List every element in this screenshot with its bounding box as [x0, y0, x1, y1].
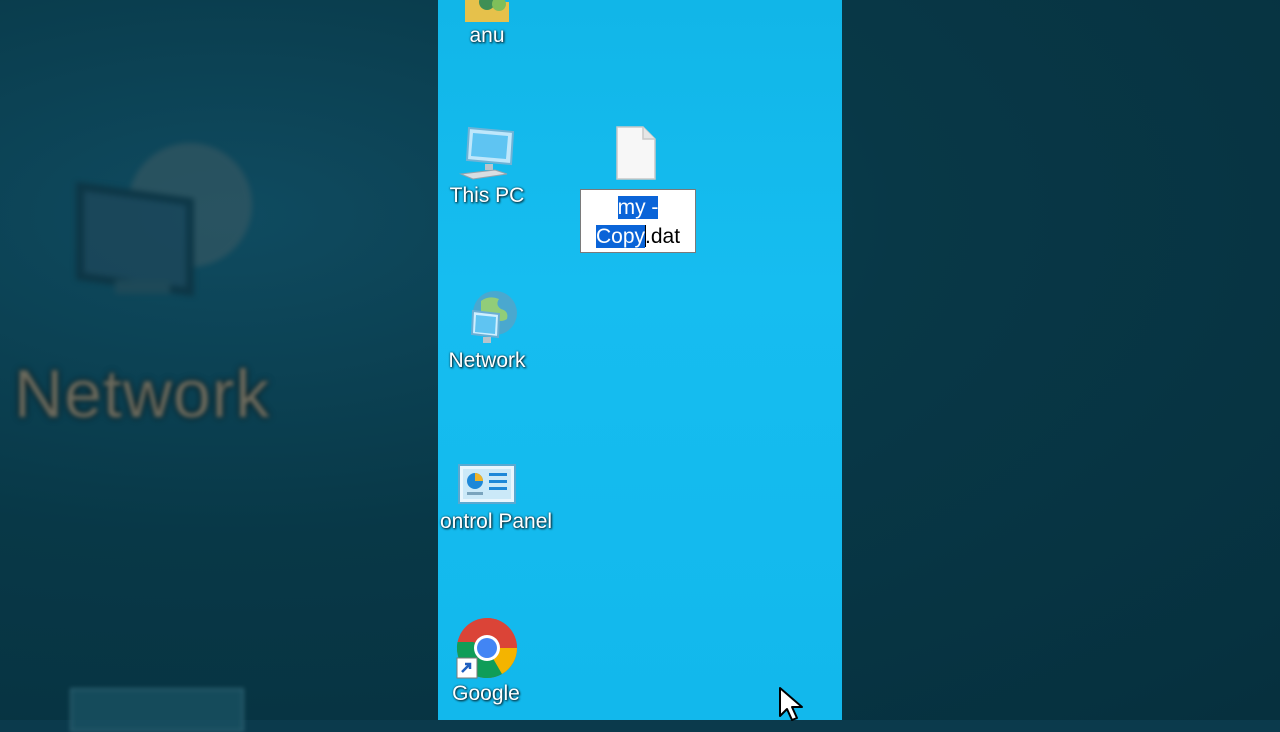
blank-file-icon[interactable] [615, 125, 657, 181]
desktop-icon-label: Google [452, 682, 520, 705]
chrome-shortcut-icon [456, 618, 517, 679]
blurred-network-icon [76, 143, 252, 297]
desktop-icon-google[interactable]: Google [438, 616, 546, 706]
desktop-icon-label: anu [469, 24, 505, 47]
desktop-icon-anu[interactable]: anu [438, 0, 547, 48]
desktop-icon-label: ontrol Panel [440, 510, 553, 533]
blurred-network-label: Network [14, 356, 271, 432]
rename-extension-text: .dat [645, 225, 681, 248]
network-icon [470, 291, 517, 343]
control-panel-icon [458, 464, 516, 504]
rename-selected-text-line2: Copy [595, 225, 645, 248]
mouse-cursor-icon [779, 687, 803, 721]
desktop-icon-this-pc[interactable]: This PC [438, 124, 547, 208]
user-folder-icon [465, 0, 509, 22]
desktop-icon-network[interactable]: Network [438, 289, 547, 373]
desktop-icon-label: Network [448, 349, 526, 372]
rename-selected-text-line1: my - [617, 196, 659, 219]
desktop-icon-control-panel[interactable]: ontrol Panel [438, 461, 553, 533]
blurred-bottom-box [70, 688, 244, 732]
desktop[interactable]: anu This PC Network ontrol Panel Google … [438, 0, 842, 720]
rename-input[interactable]: my - Copy.dat [580, 189, 696, 253]
computer-icon [459, 126, 515, 180]
desktop-icon-label: This PC [449, 184, 525, 207]
